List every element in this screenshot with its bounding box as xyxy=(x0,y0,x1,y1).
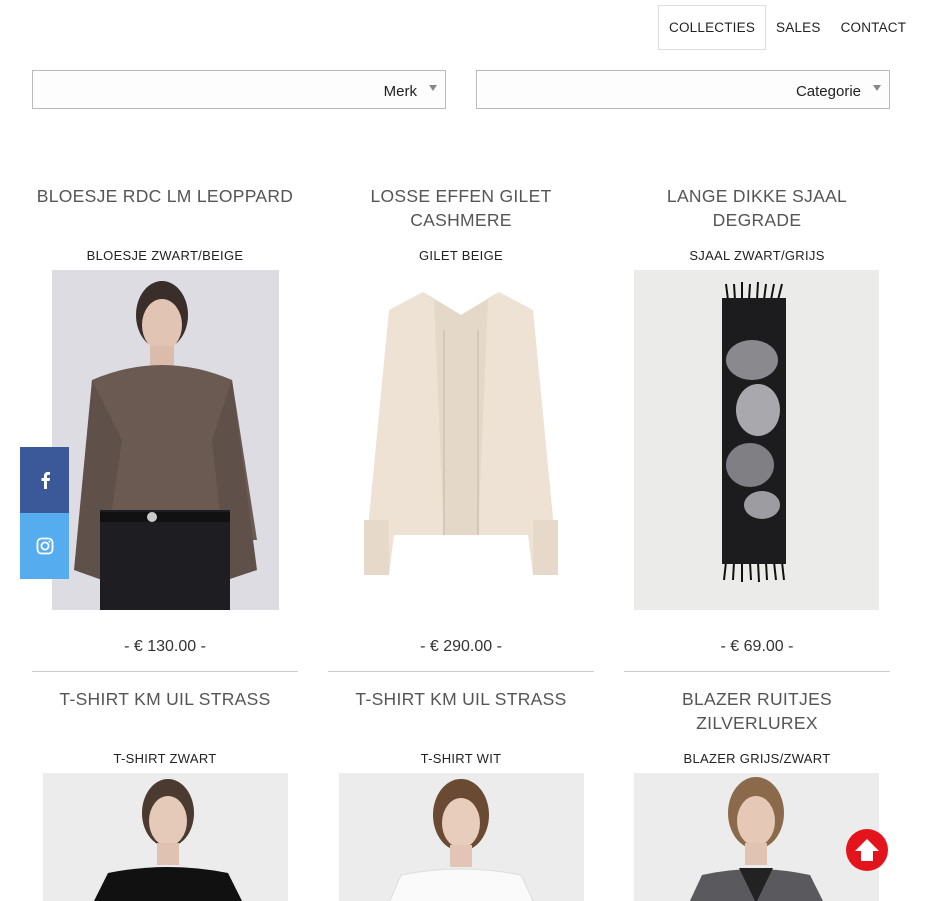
product-card[interactable]: T-SHIRT KM UIL STRASS T-SHIRT WIT xyxy=(328,687,594,901)
product-card[interactable]: LANGE DIKKE SJAAL DEGRADE SJAAL ZWART/GR… xyxy=(624,184,890,672)
divider xyxy=(624,671,890,672)
nav-item-sales[interactable]: SALES xyxy=(766,5,831,50)
merk-select[interactable]: Merk xyxy=(32,70,446,109)
product-image[interactable] xyxy=(328,270,594,610)
product-price: - € 130.00 - xyxy=(124,638,206,655)
product-price: - € 69.00 - xyxy=(720,638,794,655)
categorie-select-value: Categorie xyxy=(795,83,861,100)
product-variant: T-SHIRT ZWART xyxy=(113,751,217,766)
facebook-icon xyxy=(41,472,50,489)
product-card[interactable]: BLAZER RUITJES ZILVERLUREX BLAZER GRIJS/… xyxy=(624,687,890,901)
product-title[interactable]: T-SHIRT KM UIL STRASS xyxy=(328,687,594,735)
chevron-down-icon xyxy=(873,85,881,91)
divider xyxy=(32,671,298,672)
product-variant: SJAAL ZWART/GRIJS xyxy=(689,248,825,263)
product-title[interactable]: T-SHIRT KM UIL STRASS xyxy=(32,687,298,735)
product-variant: GILET BEIGE xyxy=(419,248,503,263)
instagram-button[interactable] xyxy=(20,513,69,579)
product-image[interactable] xyxy=(52,270,279,610)
product-title[interactable]: LOSSE EFFEN GILET CASHMERE xyxy=(328,184,594,232)
divider xyxy=(328,671,594,672)
product-variant: T-SHIRT WIT xyxy=(420,751,502,766)
product-title[interactable]: BLAZER RUITJES ZILVERLUREX xyxy=(624,687,890,735)
product-image[interactable] xyxy=(634,773,879,901)
product-title[interactable]: BLOESJE RDC LM LEOPPARD xyxy=(32,184,298,232)
product-variant: BLAZER GRIJS/ZWART xyxy=(683,751,831,766)
scroll-to-top-button[interactable] xyxy=(846,829,888,871)
categorie-select[interactable]: Categorie xyxy=(476,70,890,109)
merk-select-value: Merk xyxy=(383,83,417,100)
arrow-up-icon xyxy=(855,839,879,861)
facebook-button[interactable] xyxy=(20,447,69,513)
instagram-icon xyxy=(36,537,53,555)
chevron-down-icon xyxy=(429,85,437,91)
product-card[interactable]: T-SHIRT KM UIL STRASS T-SHIRT ZWART xyxy=(32,687,298,901)
product-title[interactable]: LANGE DIKKE SJAAL DEGRADE xyxy=(624,184,890,232)
top-nav: COLLECTIES SALES CONTACT xyxy=(658,5,916,50)
nav-item-contact[interactable]: CONTACT xyxy=(831,5,917,50)
product-card[interactable]: LOSSE EFFEN GILET CASHMERE GILET BEIGE -… xyxy=(328,184,594,672)
product-image[interactable] xyxy=(634,270,879,610)
product-image[interactable] xyxy=(43,773,288,901)
product-price: - € 290.00 - xyxy=(420,638,502,655)
product-card[interactable]: BLOESJE RDC LM LEOPPARD BLOESJE ZWART/BE… xyxy=(32,184,298,672)
product-image[interactable] xyxy=(339,773,584,901)
product-variant: BLOESJE ZWART/BEIGE xyxy=(86,248,244,263)
nav-item-collecties[interactable]: COLLECTIES xyxy=(658,5,767,50)
